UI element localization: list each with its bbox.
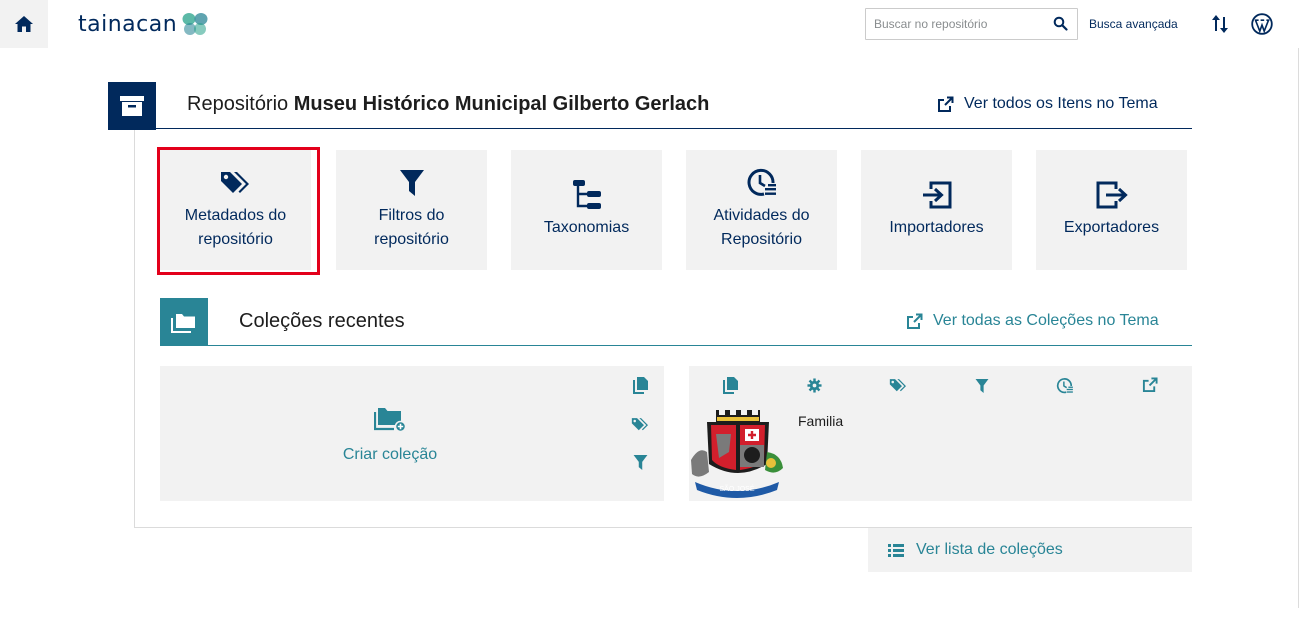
tags-icon	[220, 168, 252, 198]
filter-icon	[399, 168, 425, 198]
importer-icon	[922, 180, 952, 210]
tile-label: Importadores	[889, 219, 984, 236]
list-icon	[888, 543, 904, 557]
logo-butterfly-icon	[182, 13, 208, 35]
collection-actions	[689, 376, 1192, 396]
search-icon[interactable]	[1053, 16, 1068, 36]
tile-exporters[interactable]: Exportadores	[1036, 150, 1187, 270]
view-all-collections-label: Ver todas as Coleções no Tema	[933, 312, 1159, 329]
tile-taxonomies[interactable]: Taxonomias	[511, 150, 662, 270]
scrollbar-track[interactable]	[1298, 48, 1299, 608]
filter-icon[interactable]	[633, 454, 648, 471]
view-all-collections-link[interactable]: Ver todas as Coleções no Tema	[906, 312, 1159, 330]
repository-title: Repositório Museu Histórico Municipal Gi…	[187, 93, 709, 116]
view-items-label: Ver todos os Itens no Tema	[964, 95, 1158, 112]
repository-name: Museu Histórico Municipal Gilberto Gerla…	[293, 93, 710, 115]
tile-label: Atividades do Repositório	[713, 207, 810, 248]
activities-icon[interactable]	[1056, 377, 1074, 400]
tile-metadata[interactable]: Metadados do repositório	[157, 147, 320, 275]
archive-box-icon	[120, 96, 144, 116]
collections-list-link[interactable]: Ver lista de coleções	[868, 528, 1192, 572]
external-link-icon[interactable]	[1142, 377, 1158, 398]
new-folder-icon	[374, 408, 406, 432]
repository-divider	[156, 128, 1192, 129]
external-link-icon	[907, 313, 923, 329]
tile-label: Taxonomias	[543, 219, 630, 236]
advanced-search-link[interactable]: Busca avançada	[1089, 17, 1178, 31]
tile-label: Filtros do repositório	[374, 207, 449, 248]
view-items-link[interactable]: Ver todos os Itens no Tema	[937, 95, 1158, 113]
filter-icon[interactable]	[975, 378, 989, 399]
search-input[interactable]	[866, 10, 1046, 38]
tile-label: Metadados do repositório	[184, 207, 287, 248]
tags-icon[interactable]	[889, 378, 908, 398]
tags-icon[interactable]	[631, 417, 650, 432]
gear-icon[interactable]	[807, 378, 822, 398]
external-link-icon	[938, 96, 954, 112]
collection-card[interactable]: SÃO JOSÉ Familia	[689, 366, 1192, 501]
collection-name[interactable]: Familia	[798, 413, 843, 429]
search-box	[865, 8, 1078, 40]
collections-title: Coleções recentes	[239, 310, 405, 332]
repository-title-prefix: Repositório	[187, 93, 289, 115]
copy-documents-icon[interactable]	[722, 376, 739, 400]
collections-divider	[208, 345, 1192, 346]
create-card-side-icons	[631, 376, 650, 471]
exporter-icon	[1096, 180, 1128, 210]
home-icon	[15, 16, 33, 32]
create-collection-center: Criar coleção	[160, 406, 620, 464]
wordpress-icon[interactable]	[1251, 13, 1273, 40]
tainacan-logo[interactable]: Tainacan	[78, 9, 209, 39]
home-button[interactable]	[0, 0, 48, 48]
copy-documents-icon[interactable]	[632, 376, 649, 395]
collections-icon-box	[160, 298, 208, 346]
sort-arrows-icon[interactable]	[1211, 13, 1229, 40]
taxonomy-icon	[572, 180, 602, 210]
logo-text: Tainacan	[78, 11, 178, 37]
top-bar: Tainacan Busca avançada	[0, 0, 1300, 48]
create-collection-card[interactable]: Criar coleção	[160, 366, 664, 501]
coat-of-arms-image: SÃO JOSÉ	[691, 410, 783, 498]
tile-activities[interactable]: Atividades do Repositório	[686, 150, 837, 270]
tile-importers[interactable]: Importadores	[861, 150, 1012, 270]
activities-icon	[746, 168, 778, 198]
collections-list-label: Ver lista de coleções	[916, 541, 1063, 558]
create-collection-label: Criar coleção	[342, 446, 438, 463]
svg-text:SÃO JOSÉ: SÃO JOSÉ	[719, 484, 754, 493]
folders-icon	[171, 314, 195, 333]
tile-filters[interactable]: Filtros do repositório	[336, 150, 487, 270]
tile-label: Exportadores	[1063, 219, 1160, 236]
collection-thumbnail[interactable]: SÃO JOSÉ	[689, 410, 785, 500]
repository-icon-box	[108, 82, 156, 130]
